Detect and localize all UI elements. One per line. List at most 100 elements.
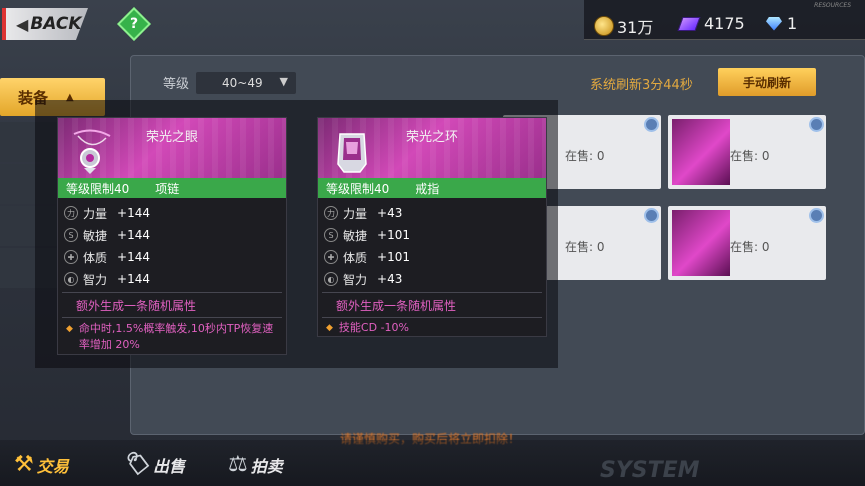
special-effect: ◆ 技能CD -10% — [326, 320, 544, 336]
stat-label: 体质 — [83, 250, 108, 265]
nav-auction[interactable]: ⚖ 拍卖 — [228, 452, 283, 477]
vitality-icon: ✚ — [64, 250, 78, 264]
diamond-bullet-icon: ◆ — [326, 323, 333, 333]
nav-trade[interactable]: ⚒ 交易 — [14, 452, 69, 477]
stat-label: 敏捷 — [343, 228, 368, 243]
trade-screen: ◀ BACK ? RESOURCES 31万 4175 1 等级 40~49 ▼… — [0, 0, 865, 486]
zoom-icon[interactable] — [809, 117, 824, 132]
crystal-amount: 4175 — [704, 14, 745, 33]
tag-icon: 🏷 — [122, 452, 150, 477]
stock-text: 在售: 0 — [565, 149, 605, 163]
help-icon: ? — [129, 16, 139, 32]
item-thumbnail — [672, 119, 730, 185]
intellect-icon: ◐ — [64, 272, 78, 286]
slot-type: 项链 — [155, 181, 180, 196]
agility-icon: S — [64, 228, 78, 242]
resources-label: RESOURCES — [814, 2, 851, 9]
special-effect-text: 命中时,1.5%概率触发,10秒内TP恢复速率增加 20% — [78, 322, 274, 351]
diamond-icon — [766, 16, 782, 31]
diamond-amount: 1 — [787, 14, 798, 33]
auction-icon: ⚖ — [228, 452, 248, 477]
agility-icon: S — [324, 228, 338, 242]
gavel-icon: ⚒ — [14, 452, 34, 477]
item-tooltip-ring: 荣光之环 等级限制40 戒指 力 力量 +43 S 敏捷 +101 ✚ 体质 +… — [317, 117, 547, 337]
stat-row: ◐ 智力 +43 — [324, 268, 410, 290]
level-limit-text: 等级限制40 — [66, 181, 130, 196]
resource-bar: RESOURCES 31万 4175 1 — [584, 0, 865, 40]
stat-value: +144 — [117, 206, 150, 220]
stat-label: 智力 — [83, 272, 108, 287]
stat-label: 体质 — [343, 250, 368, 265]
stat-value: +144 — [117, 228, 150, 242]
diamond-bullet-icon: ◆ — [66, 324, 73, 334]
divider — [62, 292, 282, 293]
stock-text: 在售: 0 — [730, 240, 770, 254]
gold-resource[interactable]: 31万 — [594, 14, 653, 38]
tooltip-header: 荣光之眼 — [58, 118, 286, 178]
vitality-icon: ✚ — [324, 250, 338, 264]
level-filter-select[interactable]: 40~49 ▼ — [196, 72, 296, 94]
stat-row: ◐ 智力 +144 — [64, 268, 150, 290]
level-limit-text: 等级限制40 — [326, 181, 390, 196]
stat-row: 力 力量 +144 — [64, 202, 150, 224]
stock-text: 在售: 0 — [565, 240, 605, 254]
stat-value: +144 — [117, 272, 150, 286]
stat-label: 敏捷 — [83, 228, 108, 243]
chevron-down-icon: ▼ — [279, 75, 288, 88]
stat-row: ✚ 体质 +144 — [64, 246, 150, 268]
divider — [322, 292, 542, 293]
item-name: 荣光之眼 — [145, 130, 198, 145]
nav-auction-label: 拍卖 — [250, 456, 283, 476]
stat-row: S 敏捷 +144 — [64, 224, 150, 246]
diamond-resource[interactable]: 1 — [766, 14, 797, 33]
back-label: BACK — [30, 14, 82, 34]
nav-trade-label: 交易 — [36, 456, 69, 476]
item-name: 荣光之环 — [405, 130, 458, 145]
item-tooltip-necklace: 荣光之眼 等级限制40 项链 力 力量 +144 S 敏捷 +144 ✚ 体质 … — [57, 117, 287, 355]
crystal-icon — [677, 16, 701, 31]
stat-label: 力量 — [343, 206, 368, 221]
level-filter-value: 40~49 — [222, 76, 263, 90]
strength-icon: 力 — [64, 206, 78, 220]
nav-sell[interactable]: 🏷 出售 — [122, 452, 185, 477]
divider — [62, 317, 282, 318]
stat-row: ✚ 体质 +101 — [324, 246, 410, 268]
item-card[interactable]: 在售: 0 — [668, 115, 826, 189]
stat-list: 力 力量 +144 S 敏捷 +144 ✚ 体质 +144 ◐ 智力 +144 — [64, 202, 150, 290]
divider — [322, 317, 542, 318]
special-effect: ◆ 命中时,1.5%概率触发,10秒内TP恢复速率增加 20% — [66, 321, 284, 353]
nav-sell-label: 出售 — [152, 456, 185, 476]
system-watermark: SYSTEM — [600, 458, 700, 483]
refresh-timer: 系统刷新3分44秒 — [590, 78, 693, 93]
stat-value: +43 — [377, 206, 403, 220]
zoom-icon[interactable] — [809, 208, 824, 223]
zoom-icon[interactable] — [644, 117, 659, 132]
extra-attribute-text: 额外生成一条随机属性 — [336, 299, 457, 313]
stat-label: 力量 — [83, 206, 108, 221]
stat-value: +144 — [117, 250, 150, 264]
help-button[interactable]: ? — [117, 7, 151, 41]
stat-label: 智力 — [343, 272, 368, 287]
back-button[interactable]: ◀ BACK — [2, 8, 88, 40]
stat-list: 力 力量 +43 S 敏捷 +101 ✚ 体质 +101 ◐ 智力 +43 — [324, 202, 410, 290]
item-thumbnail — [672, 210, 730, 276]
stat-value: +101 — [377, 228, 410, 242]
special-effect-text: 技能CD -10% — [338, 321, 409, 334]
slot-type: 戒指 — [415, 181, 440, 196]
level-limit-bar: 等级限制40 戒指 — [318, 178, 546, 198]
stat-value: +43 — [377, 272, 403, 286]
level-limit-bar: 等级限制40 项链 — [58, 178, 286, 198]
back-arrow-icon: ◀ — [16, 14, 29, 34]
item-card[interactable]: 在售: 0 — [668, 206, 826, 280]
zoom-icon[interactable] — [644, 208, 659, 223]
stat-row: 力 力量 +43 — [324, 202, 410, 224]
tooltip-header: 荣光之环 — [318, 118, 546, 178]
gold-amount: 31万 — [617, 18, 654, 37]
level-filter-label: 等级 — [163, 77, 190, 92]
manual-refresh-button[interactable]: 手动刷新 — [718, 68, 816, 96]
intellect-icon: ◐ — [324, 272, 338, 286]
stat-value: +101 — [377, 250, 410, 264]
stock-text: 在售: 0 — [730, 149, 770, 163]
crystal-resource[interactable]: 4175 — [677, 14, 745, 33]
gold-coin-icon — [594, 16, 614, 36]
